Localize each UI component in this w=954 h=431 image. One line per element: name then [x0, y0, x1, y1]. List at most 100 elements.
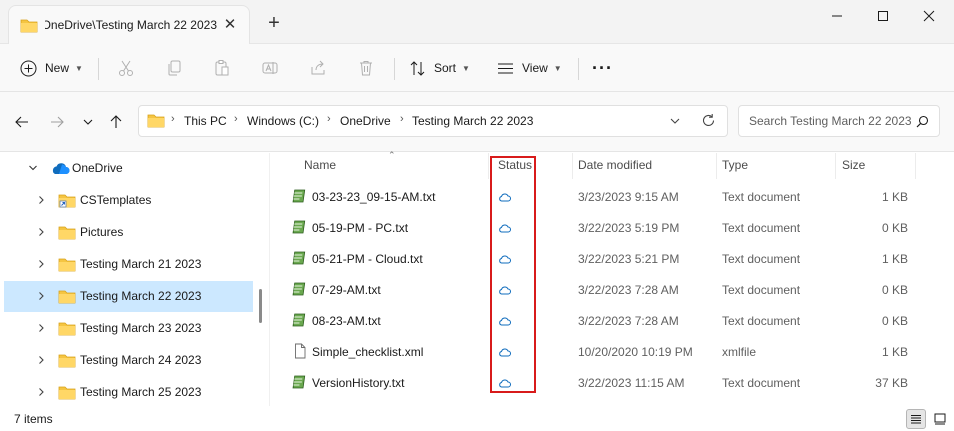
navigation-pane: OneDrive CSTemplates Pictures Testing Ma… [0, 153, 268, 406]
status-bar: 7 items [0, 406, 954, 431]
search-input[interactable]: Search Testing March 22 2023 [738, 105, 940, 137]
arrow-right-icon [51, 116, 64, 128]
minimize-button[interactable] [814, 0, 860, 32]
paste-button[interactable] [213, 54, 231, 82]
back-button[interactable] [10, 110, 34, 134]
breadcrumb-windows-c[interactable]: Windows (C:) [247, 114, 319, 128]
sidebar-item-testing-march-22[interactable]: Testing March 22 2023 [4, 281, 253, 312]
folder-icon [58, 353, 76, 371]
refresh-button[interactable] [701, 113, 716, 131]
column-divider[interactable] [716, 153, 717, 179]
chevron-down-icon: ▼ [553, 63, 562, 73]
notepad-icon [292, 281, 308, 300]
column-header-size[interactable]: Size [842, 158, 865, 172]
column-divider[interactable] [488, 153, 489, 179]
sidebar-item-label: Testing March 23 2023 [80, 321, 202, 335]
sidebar-item-label: Testing March 22 2023 [80, 289, 202, 303]
sidebar-scrollbar[interactable] [259, 289, 262, 323]
tiles-view-button[interactable] [930, 409, 950, 429]
new-tab-button[interactable]: + [262, 11, 286, 35]
file-row[interactable]: 08-23-AM.txt 3/22/2023 7:28 AM Text docu… [284, 306, 918, 337]
rename-button[interactable] [261, 54, 279, 82]
breadcrumb-testing-march-22[interactable]: Testing March 22 2023 [412, 114, 533, 128]
sidebar-item-pictures[interactable]: Pictures [4, 217, 253, 248]
delete-button[interactable] [357, 54, 375, 82]
sidebar-item-testing-march-24[interactable]: Testing March 24 2023 [4, 345, 253, 376]
file-name: Simple_checklist.xml [312, 345, 424, 359]
column-divider[interactable] [572, 153, 573, 179]
file-name: 07-29-AM.txt [312, 283, 381, 297]
new-button[interactable]: New ▼ [20, 54, 83, 82]
file-date-modified: 3/22/2023 7:28 AM [578, 283, 679, 297]
more-options-button[interactable]: ··· [592, 54, 613, 82]
file-type: Text document [722, 252, 801, 266]
close-tab-icon[interactable]: ✕ [219, 13, 241, 35]
chevron-right-icon [39, 292, 44, 300]
address-history-button[interactable] [669, 115, 681, 130]
share-button[interactable] [309, 54, 327, 82]
cloud-outline-icon [498, 315, 511, 329]
breadcrumb-onedrive[interactable]: OneDrive [340, 114, 391, 128]
copy-icon [168, 60, 181, 76]
file-row[interactable]: VersionHistory.txt 3/22/2023 11:15 AM Te… [284, 368, 918, 399]
column-header-type[interactable]: Type [722, 158, 748, 172]
file-row[interactable]: Simple_checklist.xml 10/20/2020 10:19 PM… [284, 337, 918, 368]
file-row[interactable]: 07-29-AM.txt 3/22/2023 7:28 AM Text docu… [284, 275, 918, 306]
up-button[interactable] [104, 110, 128, 134]
sidebar-item-label: Testing March 21 2023 [80, 257, 202, 271]
forward-button[interactable] [45, 110, 69, 134]
command-bar: New ▼ Sort ▼ View ▼ ··· [0, 44, 954, 92]
folder-shortcut-icon [58, 193, 76, 211]
file-size: 37 KB [875, 376, 908, 390]
refresh-icon [702, 114, 715, 126]
chevron-right-icon [39, 356, 44, 364]
column-header-name[interactable]: Name [304, 158, 336, 172]
sidebar-item-label: Pictures [80, 225, 124, 239]
notepad-icon [292, 219, 308, 238]
chevron-right-icon [39, 196, 44, 204]
details-view-button[interactable] [906, 409, 926, 429]
sidebar-item-onedrive[interactable]: OneDrive [4, 153, 253, 184]
column-header-date-modified[interactable]: Date modified [578, 158, 652, 172]
sidebar-item-testing-march-25[interactable]: Testing March 25 2023 [4, 377, 253, 406]
scissors-icon [119, 60, 133, 76]
file-size: 1 KB [881, 345, 908, 359]
file-row[interactable]: 03-23-23_09-15-AM.txt 3/23/2023 9:15 AM … [284, 182, 918, 213]
cloud-outline-icon [498, 284, 511, 298]
file-size: 1 KB [881, 190, 908, 204]
breadcrumb-this-pc[interactable]: This PC [184, 114, 227, 128]
sidebar-item-cstemplates[interactable]: CSTemplates [4, 185, 253, 216]
cut-button[interactable] [117, 54, 135, 82]
file-size: 1 KB [881, 252, 908, 266]
notepad-icon [292, 250, 308, 269]
file-size: 0 KB [881, 314, 908, 328]
sort-button[interactable]: Sort ▼ [409, 54, 470, 82]
close-window-button[interactable] [906, 0, 952, 32]
recent-locations-button[interactable] [76, 110, 100, 134]
toolbar-divider [578, 58, 579, 80]
view-button[interactable]: View ▼ [497, 54, 562, 82]
sidebar-item-testing-march-21[interactable]: Testing March 21 2023 [4, 249, 253, 280]
title-bar: OneDrive\Testing March 22 2023 ✕ + [0, 0, 954, 45]
column-header-status[interactable]: Status [498, 158, 532, 172]
toolbar-divider [394, 58, 395, 80]
notepad-icon [292, 374, 308, 393]
folder-icon [58, 289, 76, 307]
address-bar[interactable]: › This PC › Windows (C:) › OneDrive › Te… [138, 105, 728, 137]
active-tab[interactable]: OneDrive\Testing March 22 2023 ✕ [8, 5, 250, 45]
address-row: › This PC › Windows (C:) › OneDrive › Te… [0, 92, 954, 152]
file-date-modified: 3/22/2023 5:19 PM [578, 221, 680, 235]
file-type: Text document [722, 283, 801, 297]
file-row[interactable]: 05-19-PM - PC.txt 3/22/2023 5:19 PM Text… [284, 213, 918, 244]
copy-button[interactable] [165, 54, 183, 82]
file-row[interactable]: 05-21-PM - Cloud.txt 3/22/2023 5:21 PM T… [284, 244, 918, 275]
sidebar-item-label: CSTemplates [80, 193, 152, 207]
column-divider[interactable] [835, 153, 836, 179]
column-divider[interactable] [915, 153, 916, 179]
file-name: 05-19-PM - PC.txt [312, 221, 409, 235]
search-icon [916, 115, 929, 128]
sidebar-item-testing-march-23[interactable]: Testing March 23 2023 [4, 313, 253, 344]
maximize-button[interactable] [860, 0, 906, 32]
cloud-outline-icon [498, 346, 511, 360]
cloud-icon [52, 163, 70, 174]
